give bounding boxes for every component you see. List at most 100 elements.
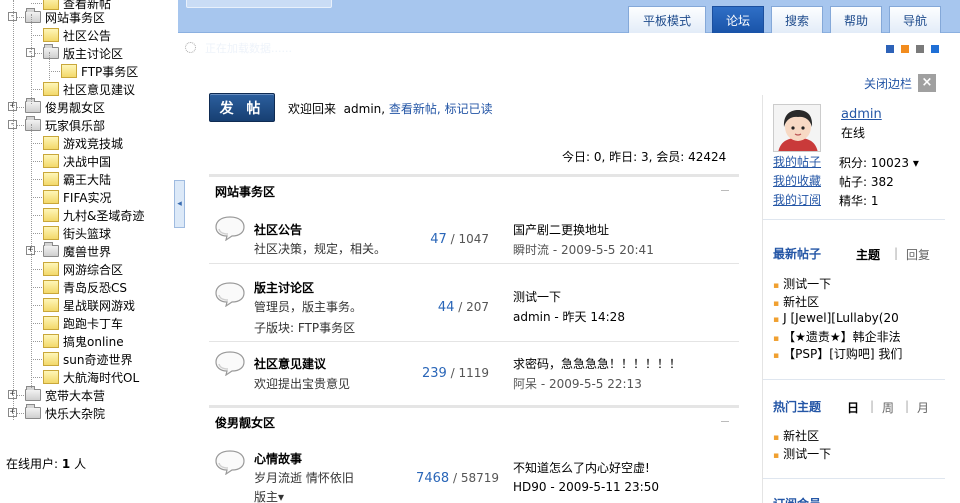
- tree-node[interactable]: 宽带大本营: [25, 386, 105, 404]
- forum-topic-count[interactable]: 7468: [416, 471, 449, 486]
- forum-post-count: / 207: [458, 300, 489, 314]
- tree-node[interactable]: 街头篮球: [43, 224, 111, 242]
- tree-node[interactable]: 青岛反恐CS: [43, 278, 127, 296]
- last-post-title[interactable]: 求密码，急急急急！！！！！！: [513, 355, 681, 372]
- tree-node[interactable]: 网站事务区: [25, 8, 105, 26]
- tab-forum[interactable]: 论坛: [712, 6, 764, 33]
- forum-page-icon: [43, 280, 59, 294]
- tree-connector: [31, 323, 42, 324]
- forum-topic-count[interactable]: 239: [422, 366, 447, 381]
- tree-node[interactable]: 大航海时代OL: [43, 368, 139, 386]
- tab-day[interactable]: 日: [847, 399, 859, 416]
- tab-week[interactable]: 周: [882, 399, 894, 416]
- tree-node[interactable]: 社区意见建议: [43, 80, 135, 98]
- collapse-icon[interactable]: [721, 190, 729, 191]
- tab-help[interactable]: 帮助: [830, 6, 882, 33]
- tab-search[interactable]: 搜索: [771, 6, 823, 33]
- forum-tree: 查看新帖 网站事务区 - 社区公告 版主讨论区 - FTP事务区 社区意见建议 俊男靓女区 + 玩家…: [0, 0, 174, 503]
- forum-topic-count[interactable]: 44: [438, 300, 455, 315]
- last-post-title[interactable]: 不知道怎么了内心好空虚!: [513, 459, 650, 476]
- user-points[interactable]: 积分: 10023 ▾: [839, 154, 919, 171]
- forum-topic-count[interactable]: 47: [430, 232, 447, 247]
- tree-node[interactable]: 跑跑卡丁车: [43, 314, 123, 332]
- forum-name[interactable]: 心情故事: [254, 450, 302, 467]
- my-subscriptions-link[interactable]: 我的订阅: [773, 191, 821, 208]
- sidebar-username[interactable]: admin: [841, 107, 882, 122]
- tree-collapse-handle[interactable]: ◂: [174, 180, 185, 228]
- tree-node[interactable]: 俊男靓女区: [25, 98, 105, 116]
- last-post-title[interactable]: 测试一下: [513, 288, 561, 305]
- forum-name[interactable]: 社区意见建议: [254, 355, 326, 372]
- close-icon[interactable]: ×: [918, 74, 936, 92]
- tab-replies[interactable]: 回复: [906, 246, 930, 263]
- skin-swatch-gray[interactable]: [916, 45, 924, 53]
- tree-node[interactable]: 游戏竞技城: [43, 134, 123, 152]
- list-item[interactable]: J [Jewel][Lullaby(20: [773, 311, 945, 325]
- forum-row: 版主讨论区 管理员，版主事务。 子版块: FTP事务区 44 / 207 测试一…: [209, 264, 739, 342]
- tree-connector: [31, 305, 42, 306]
- tree-node-label: 霸王大陆: [63, 172, 112, 187]
- tab-separator: |: [894, 246, 899, 260]
- tree-node[interactable]: 搞鬼online: [43, 332, 124, 350]
- tree-node-label: 版主讨论区: [63, 46, 124, 61]
- tree-node[interactable]: FIFA实况: [43, 188, 111, 206]
- skin-swatch-lightblue[interactable]: [931, 45, 939, 53]
- tree-connector: [31, 14, 32, 104]
- tree-node[interactable]: 版主讨论区: [43, 44, 123, 62]
- last-post-title[interactable]: 国产剧二更换地址: [513, 221, 609, 238]
- tree-connector: [31, 269, 42, 270]
- tree-node[interactable]: 星战联网游戏: [43, 296, 135, 314]
- folder-icon: [25, 116, 41, 131]
- online-users-count: 1: [61, 457, 71, 471]
- close-sidebar-link[interactable]: 关闭边栏: [864, 75, 912, 92]
- tree-node[interactable]: sun奇迹世界: [43, 350, 132, 368]
- tree-node[interactable]: 快乐大杂院: [25, 404, 105, 422]
- site-logo[interactable]: [186, 0, 332, 8]
- tree-node[interactable]: 决战中国: [43, 152, 111, 170]
- mark-read-link[interactable]: 标记已读: [445, 102, 493, 116]
- forum-name[interactable]: 社区公告: [254, 221, 302, 238]
- my-posts-link[interactable]: 我的帖子: [773, 153, 821, 170]
- tree-node[interactable]: 玩家俱乐部: [25, 116, 105, 134]
- forum-moderators[interactable]: 版主▾: [254, 488, 284, 503]
- tab-navigation[interactable]: 导航: [889, 6, 941, 33]
- tree-node-label: 社区公告: [63, 28, 112, 43]
- tree-node-label: 跑跑卡丁车: [63, 316, 124, 331]
- tree-connector: [31, 197, 42, 198]
- tree-node-label: 网站事务区: [45, 10, 106, 25]
- tree-node-label: 宽带大本营: [45, 388, 106, 403]
- tab-month[interactable]: 月: [917, 399, 929, 416]
- tab-tablet-mode[interactable]: 平板模式: [628, 6, 706, 33]
- tree-connector: [31, 161, 42, 162]
- tab-separator: |: [905, 399, 910, 413]
- list-item[interactable]: 测试一下: [773, 445, 945, 462]
- list-item[interactable]: 新社区: [773, 427, 945, 444]
- tree-connector: [31, 359, 42, 360]
- tree-node[interactable]: FTP事务区: [61, 62, 138, 80]
- tree-node[interactable]: 社区公告: [43, 26, 111, 44]
- tree-node[interactable]: 魔兽世界: [43, 242, 111, 260]
- forum-stats: 今日: 0, 昨日: 3, 会员: 42424: [562, 150, 727, 164]
- forum-description: 管理员，版主事务。: [254, 300, 363, 314]
- tree-node[interactable]: 霸王大陆: [43, 170, 111, 188]
- tree-connector: [31, 3, 42, 4]
- tree-connector: [31, 143, 42, 144]
- speech-bubble-icon: [215, 351, 245, 376]
- my-favorites-link[interactable]: 我的收藏: [773, 172, 821, 189]
- list-item[interactable]: 【PSP】[订购吧] 我们: [773, 345, 945, 362]
- forum-name[interactable]: 版主讨论区: [254, 279, 314, 296]
- view-new-posts-link[interactable]: 查看新帖,: [389, 102, 441, 116]
- tree-node[interactable]: 网游综合区: [43, 260, 123, 278]
- collapse-icon[interactable]: [721, 421, 729, 422]
- avatar[interactable]: [773, 104, 821, 152]
- list-item[interactable]: 【★遗责★】韩企非法: [773, 328, 945, 345]
- skin-swatch-blue[interactable]: [886, 45, 894, 53]
- tree-node[interactable]: 九村&圣域奇迹: [43, 206, 144, 224]
- list-item[interactable]: 测试一下: [773, 275, 945, 292]
- list-item[interactable]: 新社区: [773, 293, 945, 310]
- tab-topics[interactable]: 主题: [856, 246, 880, 263]
- new-post-button[interactable]: 发 帖: [209, 93, 275, 122]
- skin-swatch-orange[interactable]: [901, 45, 909, 53]
- user-digest-count: 精华: 1: [839, 194, 879, 208]
- forum-subforums[interactable]: 子版块: FTP事务区: [254, 319, 355, 336]
